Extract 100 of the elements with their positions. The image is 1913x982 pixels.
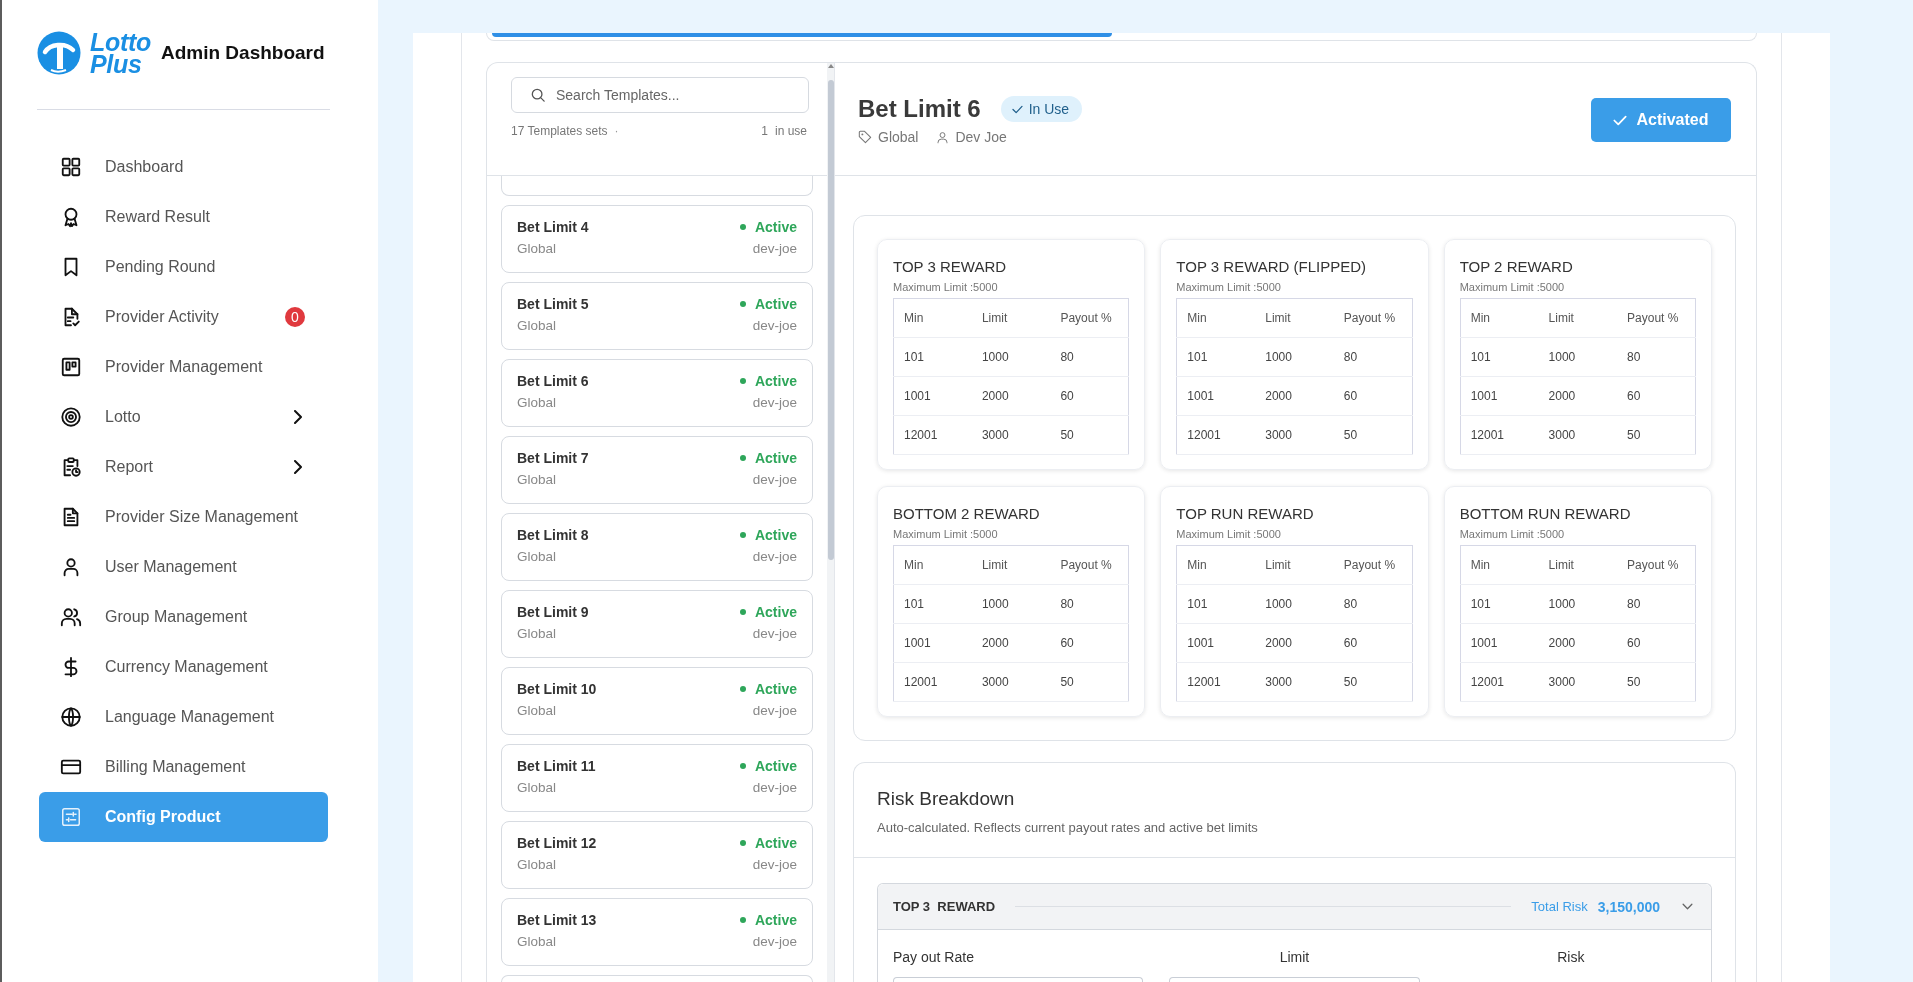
table-cell: 80 [1050, 337, 1129, 377]
in-use-label: in use [774, 124, 807, 138]
column-header: Min [1460, 545, 1539, 585]
nav-item[interactable]: Provider Management [39, 342, 328, 392]
table-cell: 60 [1050, 376, 1129, 416]
column-label: Risk [1556, 949, 1586, 965]
template-card[interactable]: Bet Limit 6 Active Global dev-joe [501, 359, 813, 427]
template-author: dev-joe [752, 857, 797, 872]
template-card[interactable]: Bet Limit 9 Active Global dev-joe [501, 590, 813, 658]
nav-item[interactable]: Pending Round [39, 242, 328, 292]
status-text: Active [754, 758, 797, 774]
template-scope: Global [517, 626, 557, 641]
table-cell: 50 [1050, 662, 1129, 702]
template-scope: Global [517, 780, 557, 795]
input-field[interactable] [1169, 977, 1420, 982]
scrollbar-thumb[interactable] [827, 80, 834, 560]
table-cell: 1000 [971, 584, 1051, 624]
reward-title: TOP 3 REWARD [893, 257, 1008, 277]
nav-item[interactable]: Report [39, 442, 328, 492]
table-cell: 101 [893, 337, 972, 377]
template-title: Bet Limit 6 [858, 95, 981, 123]
status-dot-icon [739, 917, 746, 923]
status-text: Active [754, 681, 797, 697]
template-author: dev-joe [752, 626, 797, 641]
status-text: Active [754, 450, 797, 466]
template-card[interactable]: Bet Limit 5 Active Global dev-joe [501, 282, 813, 350]
nav-item[interactable]: Currency Management [39, 642, 328, 692]
table-cell: 80 [1617, 337, 1696, 377]
template-author: dev-joe [752, 241, 797, 256]
template-card[interactable]: Bet Limit 11 Active Global dev-joe [501, 744, 813, 812]
template-name: Bet Limit 8 [517, 527, 589, 543]
template-card[interactable]: Bet Limit 4 Active Global dev-joe [501, 205, 813, 273]
table-cell: 1001 [893, 376, 972, 416]
template-card[interactable] [501, 176, 813, 196]
nav-item[interactable]: Billing Management [39, 742, 328, 792]
nav-item[interactable]: Lotto [39, 392, 328, 442]
nav-item[interactable]: Provider Size Management [39, 492, 328, 542]
status-text: Active [754, 527, 797, 543]
table-cell: 1001 [893, 623, 972, 663]
table-cell: 101 [1460, 584, 1539, 624]
template-card[interactable]: Bet Limit 12 Active Global dev-joe [501, 821, 813, 889]
template-author: dev-joe [752, 934, 797, 949]
column-header: Payout % [1333, 298, 1413, 338]
template-author: dev-joe [752, 703, 797, 718]
nav-item[interactable]: Reward Result [39, 192, 328, 242]
table-cell: 50 [1333, 662, 1413, 702]
status-dot-icon [739, 532, 746, 538]
template-card[interactable]: Bet Limit 10 Active Global dev-joe [501, 667, 813, 735]
reward-title: TOP 3 REWARD (FLIPPED) [1176, 257, 1368, 277]
accordion-header[interactable]: TOP 3 REWARD Total Risk 3,150,000 [878, 884, 1711, 930]
template-count: 17 Templates sets [511, 124, 608, 138]
maximum-limit: Maximum Limit :5000 [1176, 527, 1282, 541]
column-header: Payout % [1050, 298, 1129, 338]
template-scope: Global [517, 395, 557, 410]
app-title: Admin Dashboard [160, 42, 325, 64]
template-name: Bet Limit 10 [517, 681, 597, 697]
table-cell: 1000 [1538, 337, 1618, 377]
users-icon [60, 606, 82, 628]
status-dot-icon [739, 455, 746, 461]
globe-icon [60, 706, 82, 728]
column-header: Limit [1538, 298, 1618, 338]
template-scope: Global [517, 472, 557, 487]
table-cell: 50 [1050, 415, 1129, 455]
input-field[interactable] [893, 977, 1144, 982]
table-cell: 12001 [1176, 415, 1256, 455]
reward-title: BOTTOM 2 REWARD [893, 504, 1041, 524]
check-icon [1613, 114, 1628, 126]
template-author: dev-joe [752, 395, 797, 410]
maximum-limit: Maximum Limit :5000 [1176, 280, 1282, 294]
reward-title: TOP 2 REWARD [1459, 257, 1574, 277]
logo-text: Plus [90, 53, 142, 75]
status-dot-icon [739, 686, 746, 692]
template-name: Bet Limit 4 [517, 219, 589, 235]
table-cell: 3000 [1255, 662, 1334, 702]
search-field[interactable]: Search Templates... [511, 77, 809, 113]
column-header: Min [1176, 298, 1256, 338]
target-icon [60, 406, 82, 428]
search-icon [531, 88, 545, 102]
nav-item[interactable]: Dashboard [39, 142, 328, 192]
template-scope: Global [517, 857, 557, 872]
column-header: Payout % [1617, 545, 1696, 585]
chevron-down-icon[interactable] [1682, 903, 1693, 910]
template-card[interactable]: Bet Limit 7 Active Global dev-joe [501, 436, 813, 504]
column-header: Min [1176, 545, 1256, 585]
table-cell: 60 [1617, 376, 1696, 416]
nav-item[interactable]: Group Management [39, 592, 328, 642]
table-cell: 80 [1050, 584, 1129, 624]
template-card[interactable]: Bet Limit 8 Active Global dev-joe [501, 513, 813, 581]
template-scope: Global [517, 549, 557, 564]
status-text: Active [754, 373, 797, 389]
reward-title: TOP RUN REWARD [1176, 504, 1315, 524]
user-icon [936, 130, 950, 144]
table-cell: 101 [893, 584, 972, 624]
table-cell: 101 [1460, 337, 1539, 377]
nav-item[interactable]: Language Management [39, 692, 328, 742]
template-card[interactable]: Bet Limit 13 Active Global dev-joe [501, 898, 813, 966]
board-icon [60, 356, 82, 378]
nav-item[interactable]: Provider Activity 0 [39, 292, 328, 342]
scroll-up-icon[interactable] [827, 64, 834, 68]
nav-item[interactable]: User Management [39, 542, 328, 592]
